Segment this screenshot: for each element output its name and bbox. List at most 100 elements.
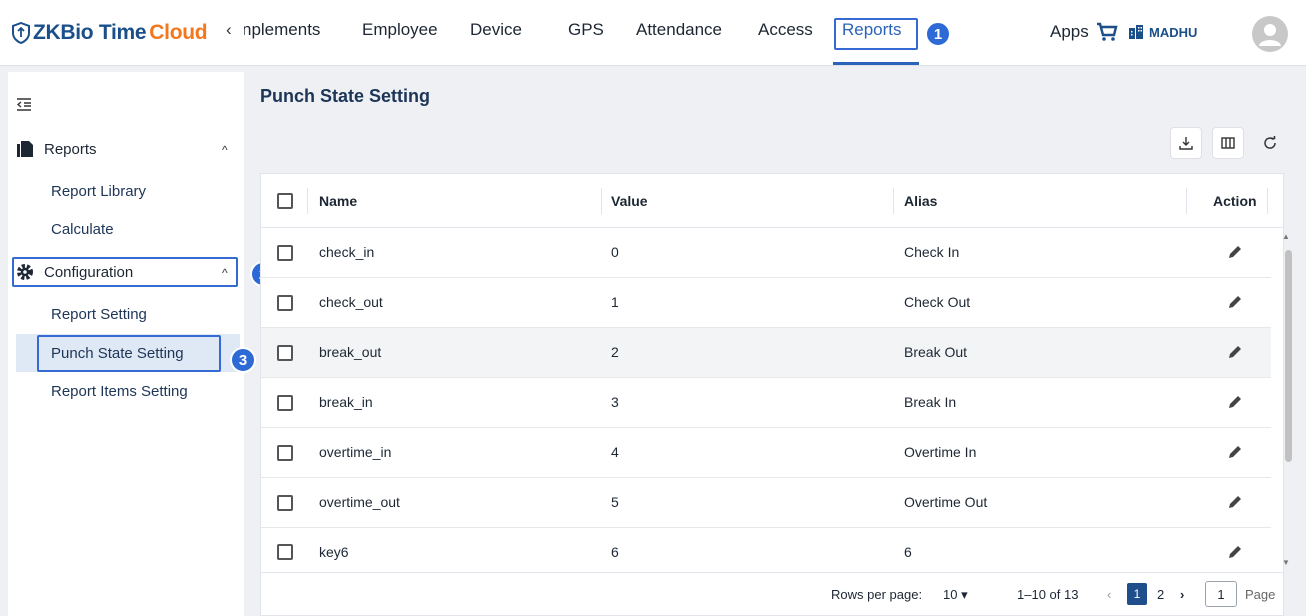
row-checkbox[interactable] (277, 245, 293, 261)
refresh-button[interactable] (1254, 127, 1286, 159)
company-selector[interactable]: MADHU (1128, 24, 1197, 40)
refresh-icon (1264, 136, 1276, 149)
callout-highlight-configuration (12, 257, 238, 287)
building-icon (1129, 25, 1143, 39)
edit-pencil-icon[interactable] (1226, 293, 1244, 311)
nav-item-employee[interactable]: Employee (362, 20, 438, 40)
row-checkbox[interactable] (277, 445, 293, 461)
top-bar: ZKBio Time Cloud ‹ nplements Employee Dev… (0, 0, 1306, 66)
callout-badge-3: 3 (230, 347, 256, 373)
sidebar-item-calculate[interactable]: Calculate (51, 221, 114, 238)
column-divider (1186, 188, 1187, 214)
cell-alias: Check In (904, 244, 960, 260)
download-icon (1179, 137, 1193, 150)
column-header-value[interactable]: Value (611, 193, 648, 209)
sidebar-item-report-library[interactable]: Report Library (51, 183, 146, 200)
prev-page-icon[interactable]: ‹ (1107, 587, 1111, 602)
select-all-checkbox[interactable] (277, 193, 293, 209)
cell-alias: Overtime Out (904, 494, 988, 510)
nav-item-access[interactable]: Access (758, 20, 813, 40)
user-icon (1259, 24, 1281, 46)
row-checkbox[interactable] (277, 345, 293, 361)
nav-scroll-left-icon[interactable]: ‹ (226, 20, 232, 40)
cell-value: 5 (611, 494, 619, 510)
company-name: MADHU (1149, 24, 1198, 40)
table-scrollbar[interactable] (1285, 250, 1292, 462)
cell-value: 6 (611, 544, 619, 560)
column-header-action: Action (1213, 193, 1257, 209)
brand-name: ZKBio Time (33, 21, 147, 44)
table-row[interactable]: overtime_out 5 Overtime Out (261, 478, 1271, 528)
columns-button[interactable] (1212, 127, 1244, 159)
cell-alias: Overtime In (904, 444, 977, 460)
cell-name: check_out (319, 294, 383, 310)
callout-highlight-reports (834, 18, 918, 50)
cell-alias: 6 (904, 544, 912, 560)
cell-name: break_out (319, 344, 382, 360)
column-header-alias[interactable]: Alias (904, 193, 937, 209)
cell-name: overtime_in (319, 444, 392, 460)
edit-pencil-icon[interactable] (1226, 393, 1244, 411)
column-header-name[interactable]: Name (319, 193, 357, 209)
data-table: Name Value Alias Action check_in 0 Check… (260, 173, 1284, 616)
next-page-icon[interactable]: › (1180, 587, 1184, 602)
sidebar-group-reports[interactable]: Reports (16, 140, 97, 158)
scroll-down-arrow-icon[interactable]: ▼ (1282, 558, 1290, 567)
row-checkbox[interactable] (277, 544, 293, 560)
edit-pencil-icon[interactable] (1226, 243, 1244, 261)
row-checkbox[interactable] (277, 295, 293, 311)
cell-alias: Check Out (904, 294, 971, 310)
nav-item-gps[interactable]: GPS (568, 20, 604, 40)
table-row[interactable]: key6 6 6 (261, 528, 1271, 572)
cell-value: 3 (611, 394, 619, 410)
callout-badge-1: 1 (925, 21, 951, 47)
nav-item-attendance[interactable]: Attendance (636, 20, 722, 40)
export-button[interactable] (1170, 127, 1202, 159)
table-row[interactable]: break_out 2 Break Out (261, 328, 1271, 378)
page-button-2[interactable]: 2 (1157, 587, 1164, 602)
cell-value: 0 (611, 244, 619, 260)
columns-icon (1221, 137, 1235, 149)
nav-item-implements[interactable]: nplements (244, 20, 320, 40)
sidebar-item-report-items-setting[interactable]: Report Items Setting (51, 383, 188, 400)
rows-per-page-select[interactable]: 10 ▾ (943, 587, 968, 603)
cell-name: check_in (319, 244, 375, 260)
apps-link[interactable]: Apps (1050, 22, 1089, 42)
table-row[interactable]: overtime_in 4 Overtime In (261, 428, 1271, 478)
active-tab-indicator (833, 62, 919, 65)
column-divider (307, 188, 308, 214)
cell-value: 2 (611, 344, 619, 360)
report-file-icon (17, 141, 33, 157)
edit-pencil-icon[interactable] (1226, 443, 1244, 461)
brand-cloud: Cloud (149, 21, 208, 44)
scroll-up-arrow-icon[interactable]: ▲ (1282, 232, 1290, 241)
chevron-up-icon[interactable]: ^ (222, 143, 228, 157)
cart-icon[interactable] (1096, 22, 1118, 42)
nav-item-device[interactable]: Device (470, 20, 522, 40)
page-title: Punch State Setting (260, 86, 431, 106)
table-row[interactable]: check_out 1 Check Out (261, 278, 1271, 328)
menu-collapse-icon[interactable] (16, 97, 32, 113)
cell-name: break_in (319, 394, 373, 410)
cell-name: overtime_out (319, 494, 400, 510)
page-label: Page (1245, 587, 1276, 602)
table-pagination: Rows per page: 10 ▾ 1–10 of 13 ‹ 1 2 › 1… (261, 572, 1283, 616)
shield-logo-icon (12, 22, 30, 44)
rows-per-page-value: 10 (943, 587, 958, 602)
page-jump-input[interactable]: 1 (1205, 581, 1237, 607)
edit-pencil-icon[interactable] (1226, 543, 1244, 561)
sidebar-item-report-setting[interactable]: Report Setting (51, 306, 147, 323)
row-checkbox[interactable] (277, 495, 293, 511)
column-divider (893, 188, 894, 214)
cell-alias: Break Out (904, 344, 968, 360)
page-range: 1–10 of 13 (1017, 587, 1079, 602)
page-button-1[interactable]: 1 (1127, 583, 1147, 605)
app-logo[interactable]: ZKBio Time Cloud (12, 19, 208, 47)
user-avatar[interactable] (1252, 16, 1288, 52)
edit-pencil-icon[interactable] (1226, 343, 1244, 361)
table-row[interactable]: break_in 3 Break In (261, 378, 1271, 428)
callout-highlight-punch-state (37, 335, 221, 372)
edit-pencil-icon[interactable] (1226, 493, 1244, 511)
table-row[interactable]: check_in 0 Check In (261, 228, 1271, 278)
row-checkbox[interactable] (277, 395, 293, 411)
